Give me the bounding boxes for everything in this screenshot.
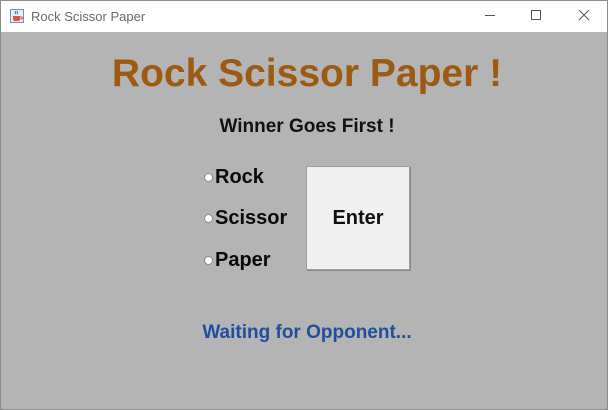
window-title: Rock Scissor Paper [31,9,146,24]
radio-rock[interactable]: Rock [204,164,264,190]
radio-button-icon[interactable] [204,213,213,223]
radio-scissor-label: Scissor [215,206,288,229]
java-cup-icon [10,9,24,23]
game-title: Rock Scissor Paper ! [111,52,503,95]
maximize-button[interactable] [513,1,559,32]
minimize-icon [484,8,496,26]
status-text: Waiting for Opponent... [202,322,412,343]
close-icon [578,8,590,26]
radio-scissor[interactable]: Scissor [204,205,287,231]
minimize-button[interactable] [467,1,513,32]
radio-paper-label: Paper [215,248,271,271]
close-button[interactable] [561,1,607,32]
enter-button[interactable]: Enter [306,166,410,270]
game-window: Rock Scissor Paper Rock Scissor Paper ! … [0,0,608,410]
maximize-icon [530,8,542,26]
radio-button-icon[interactable] [204,255,213,265]
radio-paper[interactable]: Paper [204,247,271,273]
title-bar[interactable]: Rock Scissor Paper [1,1,607,32]
content-panel: Rock Scissor Paper ! Winner Goes First !… [1,32,607,409]
radio-button-icon[interactable] [204,172,213,182]
radio-rock-label: Rock [215,165,264,188]
subtitle: Winner Goes First ! [219,116,395,137]
